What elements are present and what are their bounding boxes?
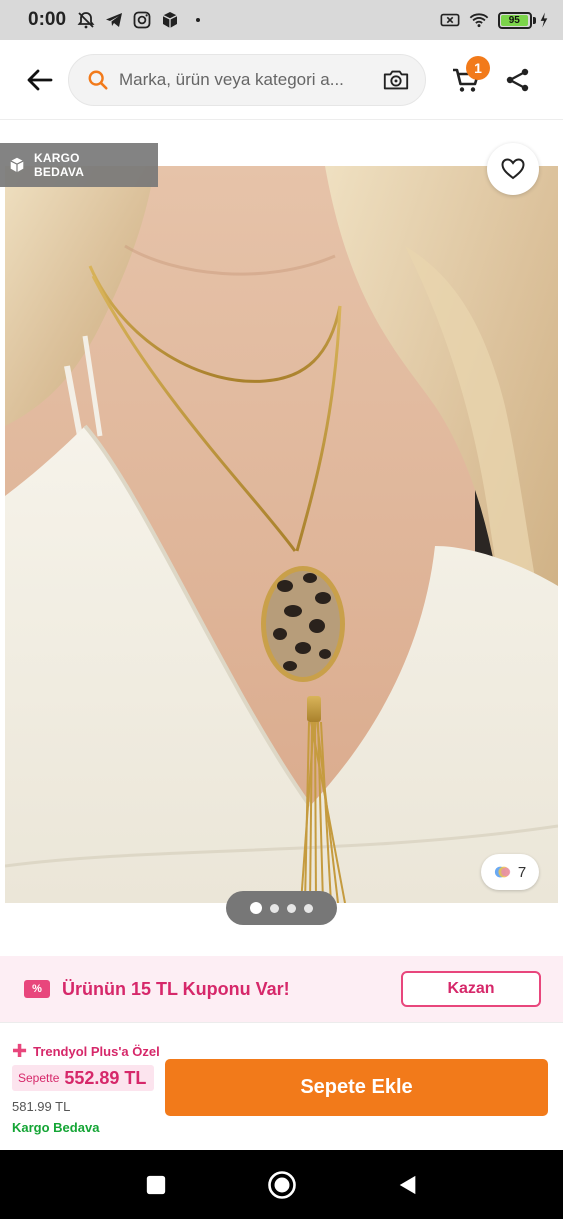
plus-label-text: Trendyol Plus'a Özel xyxy=(33,1043,160,1059)
wifi-icon xyxy=(469,10,489,30)
pager-dot[interactable] xyxy=(304,903,313,913)
product-gallery: KARGO BEDAVA 7 xyxy=(0,121,563,953)
share-button[interactable] xyxy=(498,60,538,100)
system-nav-bar xyxy=(0,1150,563,1219)
search-box[interactable] xyxy=(68,53,426,106)
home-button[interactable] xyxy=(219,1150,345,1219)
app-header: 1 xyxy=(0,40,563,120)
sepette-price: 552.89 TL xyxy=(64,1067,147,1088)
kargo-badge-line2: BEDAVA xyxy=(34,165,85,179)
status-time: 0:00 xyxy=(28,9,67,30)
coupon-icon: % xyxy=(24,980,50,998)
cart-button[interactable]: 1 xyxy=(446,55,490,100)
dot-icon xyxy=(188,10,208,30)
triangle-back-icon xyxy=(399,1175,415,1194)
battery-icon: 95 xyxy=(498,11,549,29)
coupon-text: Ürünün 15 TL Kuponu Var! xyxy=(62,978,290,999)
status-bar: 0:00 95 xyxy=(0,0,563,40)
square-icon xyxy=(146,1175,165,1194)
heart-icon xyxy=(501,158,525,180)
status-icons-right: 95 xyxy=(440,10,549,30)
old-price: 581.99 TL xyxy=(12,1099,71,1114)
free-shipping-label: Kargo Bedava xyxy=(12,1120,100,1135)
home-circle-icon xyxy=(267,1170,296,1199)
no-sim-icon xyxy=(440,10,460,30)
instagram-icon xyxy=(132,10,152,30)
favorite-button[interactable] xyxy=(487,143,539,195)
cart-badge: 1 xyxy=(466,55,490,80)
kazan-button[interactable]: Kazan xyxy=(401,971,541,1007)
search-input[interactable] xyxy=(119,69,379,90)
coupon-bar: % Ürünün 15 TL Kuponu Var! Kazan xyxy=(0,956,563,1022)
pager-dot[interactable] xyxy=(270,903,279,913)
kargo-badge-line1: KARGO xyxy=(34,151,80,165)
battery-level: 95 xyxy=(501,14,528,26)
telegram-icon xyxy=(104,10,124,30)
camera-icon xyxy=(383,70,409,89)
sepette-label: Sepette xyxy=(18,1071,60,1085)
color-palette-icon xyxy=(494,866,511,878)
status-icons-left xyxy=(76,10,208,30)
search-icon xyxy=(88,70,108,90)
free-shipping-badge: KARGO BEDAVA xyxy=(0,143,158,187)
color-variants-chip[interactable]: 7 xyxy=(481,854,539,890)
image-pager xyxy=(226,891,337,925)
box-icon xyxy=(10,157,24,173)
pager-dot[interactable] xyxy=(287,903,296,913)
add-to-cart-button[interactable]: Sepete Ekle xyxy=(165,1059,548,1116)
basket-price-box: Sepette 552.89 TL xyxy=(12,1065,155,1091)
plus-label: ✚ Trendyol Plus'a Özel xyxy=(12,1042,160,1060)
recents-button[interactable] xyxy=(93,1150,219,1219)
variant-count: 7 xyxy=(517,863,527,881)
back-button[interactable] xyxy=(22,62,58,98)
product-image[interactable] xyxy=(5,166,558,903)
share-icon xyxy=(506,68,529,91)
muted-bell-icon xyxy=(76,10,96,30)
purchase-bar: ✚ Trendyol Plus'a Özel Sepette 552.89 TL… xyxy=(0,1022,563,1150)
camera-button[interactable] xyxy=(379,63,413,97)
plus-icon: ✚ xyxy=(12,1041,28,1061)
arrow-left-icon xyxy=(27,69,53,90)
box-icon xyxy=(160,10,180,30)
pager-dot[interactable] xyxy=(250,902,262,914)
back-nav-button[interactable] xyxy=(345,1150,471,1219)
